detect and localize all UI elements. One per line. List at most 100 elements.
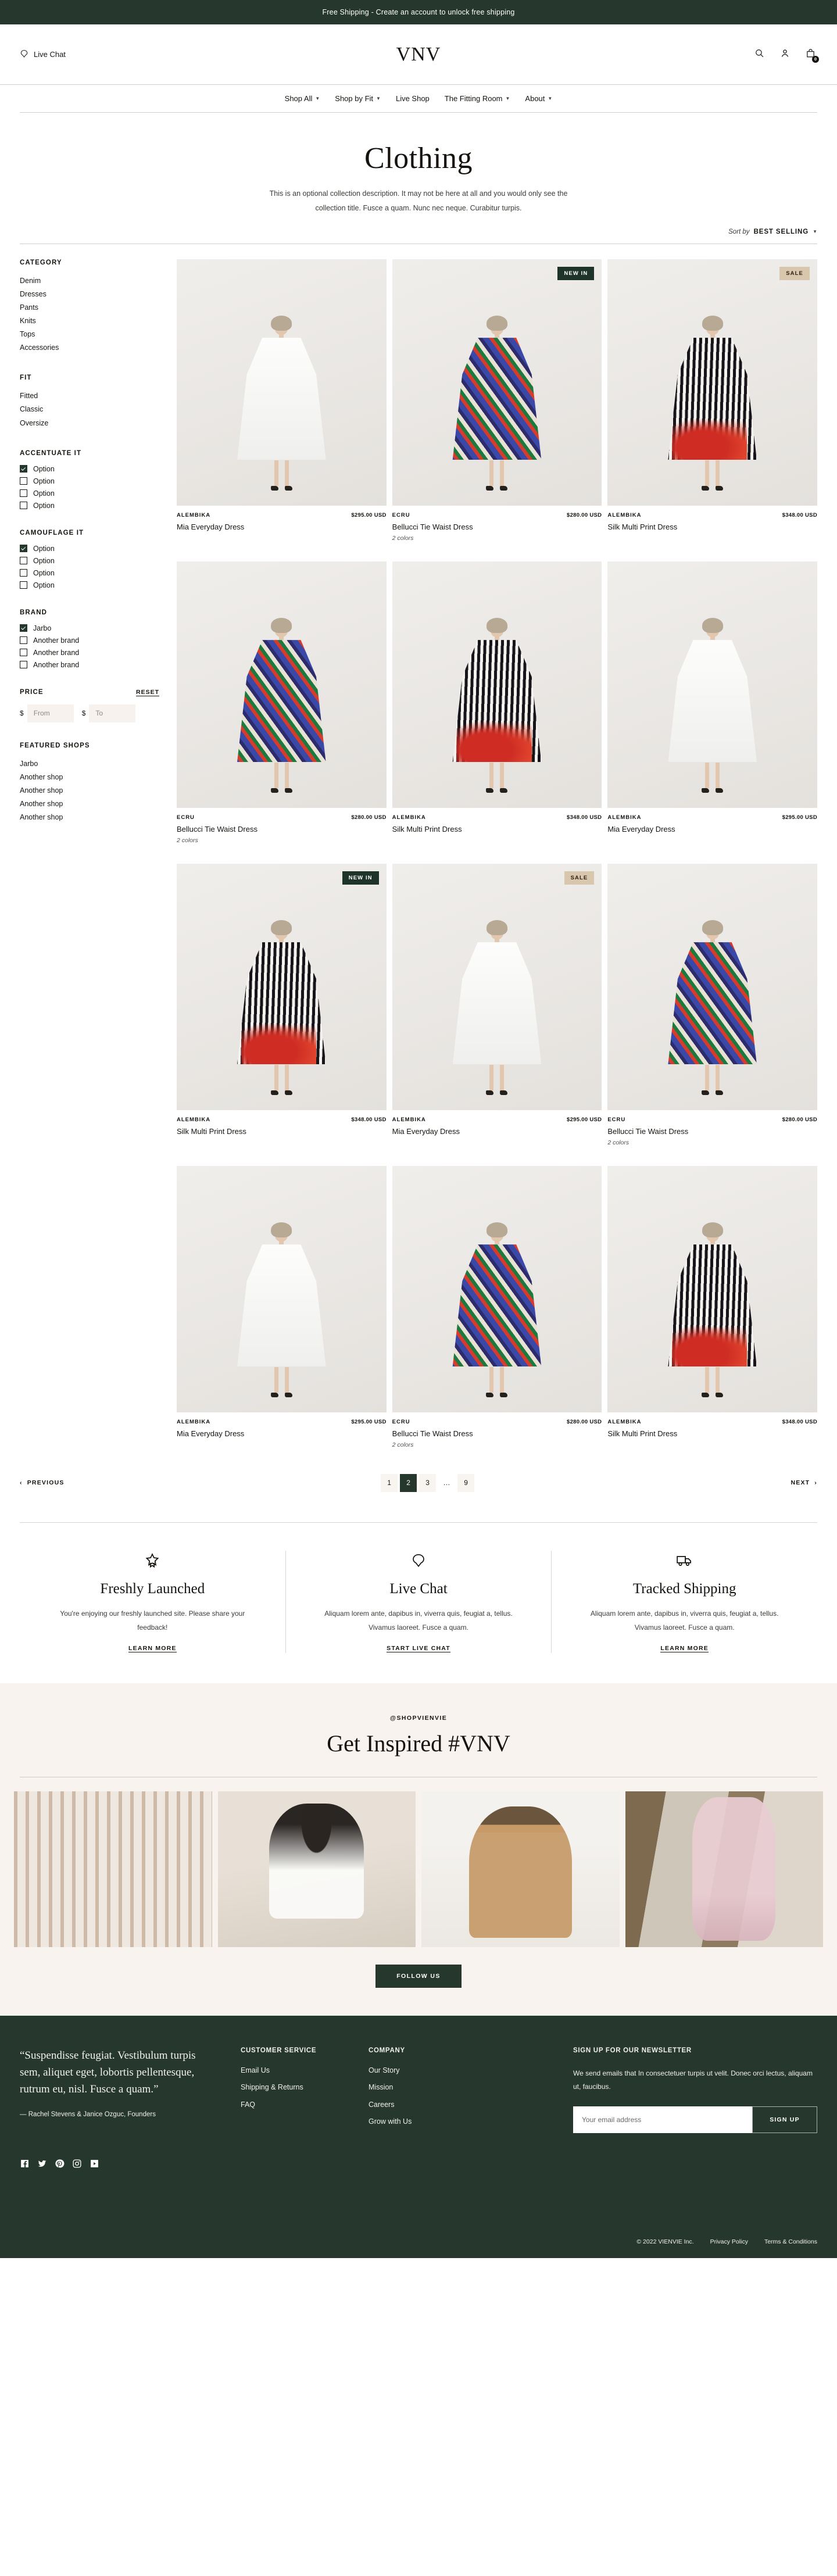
- product-image[interactable]: NEW IN: [392, 259, 602, 506]
- checkbox-icon[interactable]: [20, 581, 27, 589]
- price-to-input[interactable]: [89, 704, 136, 722]
- footer-link-grow-with-us[interactable]: Grow with Us: [369, 2118, 473, 2126]
- product-card[interactable]: ALEMBIKA $295.00 USD Mia Everyday Dress: [607, 561, 817, 844]
- featured-shop-link[interactable]: Another shop: [20, 811, 159, 824]
- checkbox-icon[interactable]: [20, 636, 27, 645]
- checkbox-icon[interactable]: [20, 569, 27, 577]
- filter-checkbox-row[interactable]: Option: [20, 557, 159, 565]
- cart-button[interactable]: 0: [803, 48, 819, 63]
- footer-link-careers[interactable]: Careers: [369, 2101, 473, 2109]
- search-button[interactable]: [752, 48, 766, 62]
- terms-conditions-link[interactable]: Terms & Conditions: [764, 2238, 817, 2245]
- newsletter-email-input[interactable]: [573, 2106, 752, 2134]
- pagination-page-2[interactable]: 2: [400, 1473, 417, 1492]
- feature-cta-button[interactable]: LEARN MORE: [660, 1645, 709, 1652]
- product-card[interactable]: ECRU $280.00 USD Bellucci Tie Waist Dress 2…: [177, 561, 387, 844]
- filter-link-oversize[interactable]: Oversize: [20, 417, 159, 430]
- featured-shop-link[interactable]: Jarbo: [20, 757, 159, 771]
- gallery-image-woman-in-pink-dress[interactable]: [625, 1791, 823, 1947]
- product-image[interactable]: [392, 561, 602, 808]
- footer-link-faq[interactable]: FAQ: [241, 2101, 345, 2109]
- product-card[interactable]: SALE ALEMBIKA $348.00 USD Silk Multi Print …: [607, 259, 817, 542]
- checkbox-icon[interactable]: [20, 489, 27, 498]
- filter-checkbox-row[interactable]: Option: [20, 489, 159, 498]
- checkbox-icon[interactable]: [20, 661, 27, 669]
- checkbox-icon[interactable]: [20, 649, 27, 657]
- nav-item-shop-all[interactable]: Shop All ▼: [285, 94, 320, 103]
- product-image[interactable]: SALE: [392, 863, 602, 1110]
- product-card[interactable]: ALEMBIKA $295.00 USD Mia Everyday Dress: [177, 259, 387, 542]
- footer-link-shipping-returns[interactable]: Shipping & Returns: [241, 2084, 345, 2091]
- nav-item-about[interactable]: About ▼: [525, 94, 552, 103]
- checkbox-icon[interactable]: [20, 502, 27, 510]
- footer-link-mission[interactable]: Mission: [369, 2084, 473, 2091]
- footer-link-email-us[interactable]: Email Us: [241, 2067, 345, 2074]
- gallery-image-woman-on-couch[interactable]: [217, 1791, 416, 1947]
- featured-shop-link[interactable]: Another shop: [20, 797, 159, 811]
- filter-link-denim[interactable]: Denim: [20, 274, 159, 288]
- featured-shop-link[interactable]: Another shop: [20, 784, 159, 797]
- nav-item-shop-by-fit[interactable]: Shop by Fit ▼: [335, 94, 381, 103]
- filter-link-accessories[interactable]: Accessories: [20, 341, 159, 355]
- pagination-page-3[interactable]: 3: [419, 1473, 437, 1492]
- filter-checkbox-row[interactable]: Option: [20, 477, 159, 485]
- filter-checkbox-row[interactable]: Option: [20, 581, 159, 589]
- product-card[interactable]: ECRU $280.00 USD Bellucci Tie Waist Dress 2…: [392, 1165, 602, 1448]
- filter-link-dresses[interactable]: Dresses: [20, 288, 159, 301]
- live-chat-button[interactable]: Live Chat: [20, 49, 66, 60]
- product-image[interactable]: [607, 863, 817, 1110]
- privacy-policy-link[interactable]: Privacy Policy: [710, 2238, 748, 2245]
- gallery-image-woman-with-hat[interactable]: [421, 1791, 620, 1947]
- filter-link-pants[interactable]: Pants: [20, 301, 159, 314]
- nav-item-live-shop[interactable]: Live Shop: [396, 94, 430, 103]
- pagination-previous[interactable]: ‹ PREVIOUS: [20, 1479, 65, 1486]
- filter-link-tops[interactable]: Tops: [20, 328, 159, 341]
- filter-checkbox-row[interactable]: Jarbo: [20, 624, 159, 632]
- pagination-page-1[interactable]: 1: [381, 1473, 398, 1492]
- checkbox-checked-icon[interactable]: [20, 465, 27, 473]
- twitter-icon[interactable]: [37, 2159, 47, 2169]
- filter-checkbox-row[interactable]: Option: [20, 465, 159, 473]
- filter-checkbox-row[interactable]: Another brand: [20, 636, 159, 645]
- product-card[interactable]: ALEMBIKA $295.00 USD Mia Everyday Dress: [177, 1165, 387, 1448]
- product-card[interactable]: NEW IN ECRU $280.00 USD Bellucci Tie Waist …: [392, 259, 602, 542]
- checkbox-checked-icon[interactable]: [20, 624, 27, 632]
- facebook-icon[interactable]: [20, 2159, 30, 2169]
- product-card[interactable]: ALEMBIKA $348.00 USD Silk Multi Print Dres…: [392, 561, 602, 844]
- filter-checkbox-row[interactable]: Option: [20, 502, 159, 510]
- feature-cta-button[interactable]: LEARN MORE: [128, 1645, 177, 1652]
- site-logo[interactable]: VNV: [396, 44, 441, 66]
- filter-link-fitted[interactable]: Fitted: [20, 389, 159, 403]
- product-image[interactable]: [177, 561, 387, 808]
- checkbox-icon[interactable]: [20, 477, 27, 485]
- instagram-icon[interactable]: [72, 2159, 82, 2169]
- product-image[interactable]: NEW IN: [177, 863, 387, 1110]
- product-card[interactable]: NEW IN ALEMBIKA $348.00 USD Silk Multi Prin…: [177, 863, 387, 1146]
- filter-link-knits[interactable]: Knits: [20, 314, 159, 328]
- filter-link-classic[interactable]: Classic: [20, 403, 159, 416]
- price-reset-button[interactable]: RESET: [135, 689, 159, 696]
- instagram-handle[interactable]: @SHOPVIENVIE: [0, 1715, 837, 1722]
- sort-by-dropdown[interactable]: Sort by BEST SELLING ▼: [728, 228, 817, 235]
- product-image[interactable]: [177, 1165, 387, 1412]
- filter-checkbox-row[interactable]: Option: [20, 545, 159, 553]
- product-card[interactable]: ECRU $280.00 USD Bellucci Tie Waist Dress 2…: [607, 863, 817, 1146]
- price-from-input[interactable]: [27, 704, 74, 722]
- filter-checkbox-row[interactable]: Another brand: [20, 649, 159, 657]
- footer-link-our-story[interactable]: Our Story: [369, 2067, 473, 2074]
- filter-checkbox-row[interactable]: Option: [20, 569, 159, 577]
- product-image[interactable]: [607, 1165, 817, 1412]
- gallery-image-clothing-rack[interactable]: [14, 1791, 212, 1947]
- pagination-next[interactable]: NEXT ›: [791, 1479, 817, 1486]
- checkbox-checked-icon[interactable]: [20, 545, 27, 553]
- product-image[interactable]: [392, 1165, 602, 1412]
- pinterest-icon[interactable]: [55, 2159, 65, 2169]
- product-image[interactable]: [177, 259, 387, 506]
- follow-us-button[interactable]: FOLLOW US: [375, 1964, 462, 1988]
- product-card[interactable]: SALE ALEMBIKA $295.00 USD Mia Everyday Dres…: [392, 863, 602, 1146]
- product-image[interactable]: [607, 561, 817, 808]
- feature-cta-button[interactable]: START LIVE CHAT: [387, 1645, 450, 1652]
- newsletter-signup-button[interactable]: SIGN UP: [752, 2106, 817, 2134]
- product-image[interactable]: SALE: [607, 259, 817, 506]
- product-card[interactable]: ALEMBIKA $348.00 USD Silk Multi Print Dres…: [607, 1165, 817, 1448]
